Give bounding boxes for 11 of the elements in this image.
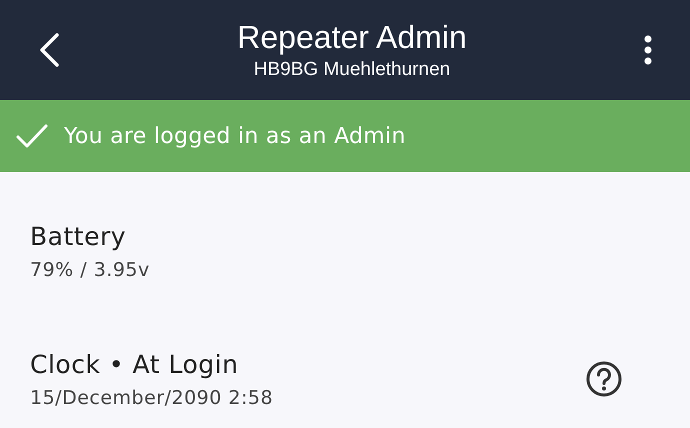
item-value: 79% / 3.95v [30,258,151,280]
item-value: 15/December/2090 2:58 [30,386,274,408]
back-icon[interactable] [38,33,60,67]
more-icon[interactable] [644,35,652,65]
screen-subtitle: HB9BG Muehlethurnen [254,58,450,82]
checkmark-icon [16,124,48,148]
screen-title: Repeater Admin [237,18,467,57]
item-label: Battery [30,222,128,250]
help-icon[interactable] [586,361,622,397]
banner-text: You are logged in as an Admin [64,124,406,148]
item-label: Clock • At Login [30,350,240,378]
